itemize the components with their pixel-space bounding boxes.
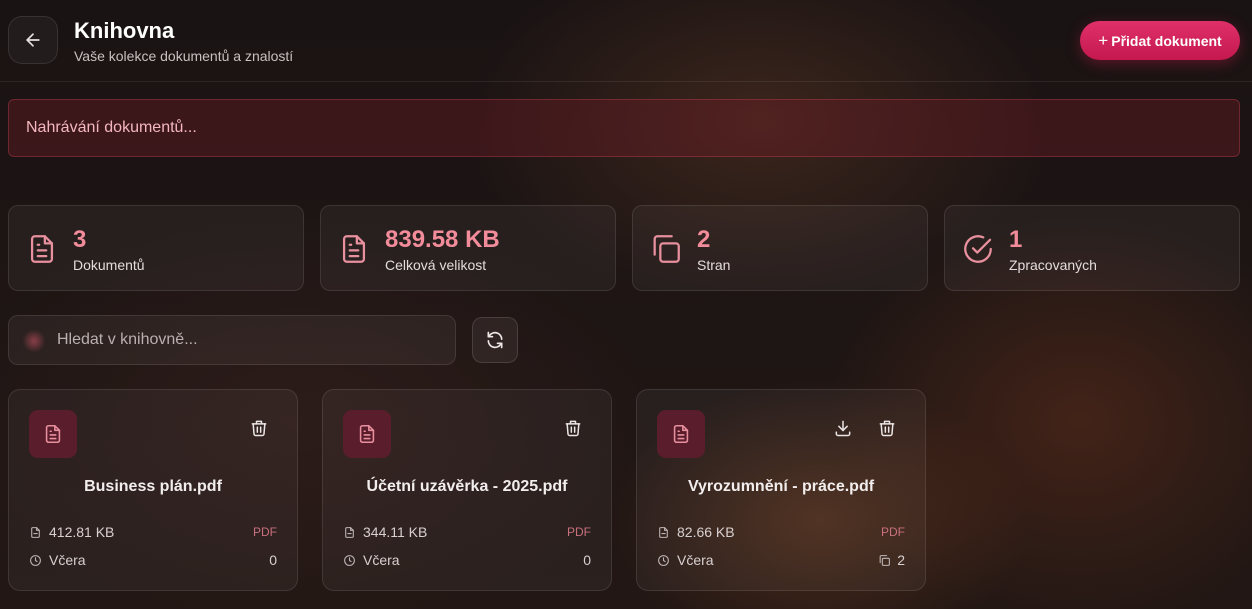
stat-value: 3 [73,226,87,253]
clock-icon [658,554,669,566]
file-document-icon [29,410,77,458]
document-card[interactable]: Business plán.pdf 412.81 KB PDF Včera 0 [8,389,298,591]
add-document-label: Přidat dokument [1111,32,1222,49]
document-card[interactable]: Účetní uzávěrka - 2025.pdf 344.11 KB PDF… [322,389,612,591]
document-name: Vyrozumnění - práce.pdf [687,478,875,495]
page-subtitle: Vaše kolekce dokumentů a znalostí [74,48,294,64]
plus-icon: + [1098,31,1109,50]
page-count: 2 [878,552,905,568]
stat-label: Stran [697,257,731,273]
file-small-icon [345,526,354,538]
download-icon [835,420,851,437]
file-type-badge: PDF [253,525,277,539]
arrow-left-icon [26,33,40,47]
clock-icon [30,554,41,566]
refresh-button[interactable] [472,317,518,363]
document-name: Business plán.pdf [84,478,222,495]
document-size: 344.11 KB [343,524,427,540]
upload-status-text: Nahrávání dokumentů... [26,119,197,136]
pages-copy-icon [879,554,891,566]
stat-value: 839.58 KB [385,226,500,253]
document-date: Včera [657,552,714,568]
document-size: 82.66 KB [657,524,735,540]
stat-card-processed: 1 Zpracovaných [944,205,1240,291]
clock-icon [344,554,355,566]
stat-value: 1 [1009,226,1023,253]
check-circle-icon [964,235,992,263]
file-document-icon [343,410,391,458]
refresh-icon [487,331,503,349]
document-date: Včera [343,552,400,568]
search-icon [23,330,45,352]
download-button[interactable] [831,416,855,440]
stat-value: 2 [697,226,711,253]
document-icon [342,235,366,263]
trash-icon [251,420,267,437]
stat-label: Zpracovaných [1009,257,1097,273]
stat-card-total-size: 839.58 KB Celková velikost [320,205,616,291]
stat-label: Dokumentů [73,257,145,273]
delete-button[interactable] [875,416,899,440]
search-input[interactable] [57,316,447,364]
trash-icon [879,420,895,437]
page-count: 0 [269,552,277,568]
document-card[interactable]: Vyrozumnění - práce.pdf 82.66 KB PDF Vče… [636,389,926,591]
page-count: 0 [583,552,591,568]
stat-card-documents: 3 Dokumentů [8,205,304,291]
document-name: Účetní uzávěrka - 2025.pdf [366,478,568,495]
file-small-icon [659,526,668,538]
pages-copy-icon [653,235,680,263]
file-type-badge: PDF [881,525,905,539]
back-button[interactable] [8,16,58,64]
file-document-icon [657,410,705,458]
file-type-badge: PDF [567,525,591,539]
trash-icon [565,420,581,437]
search-box [8,315,456,365]
add-document-button[interactable]: + Přidat dokument [1080,21,1240,60]
page-header: Knihovna Vaše kolekce dokumentů a znalos… [0,0,1252,82]
delete-button[interactable] [561,416,585,440]
page-title: Knihovna [74,18,175,43]
file-small-icon [31,526,40,538]
document-date: Včera [29,552,86,568]
document-icon [30,235,54,263]
upload-status-banner: Nahrávání dokumentů... [8,99,1240,157]
stat-label: Celková velikost [385,257,487,273]
stat-card-pages: 2 Stran [632,205,928,291]
document-size: 412.81 KB [29,524,114,540]
delete-button[interactable] [247,416,271,440]
